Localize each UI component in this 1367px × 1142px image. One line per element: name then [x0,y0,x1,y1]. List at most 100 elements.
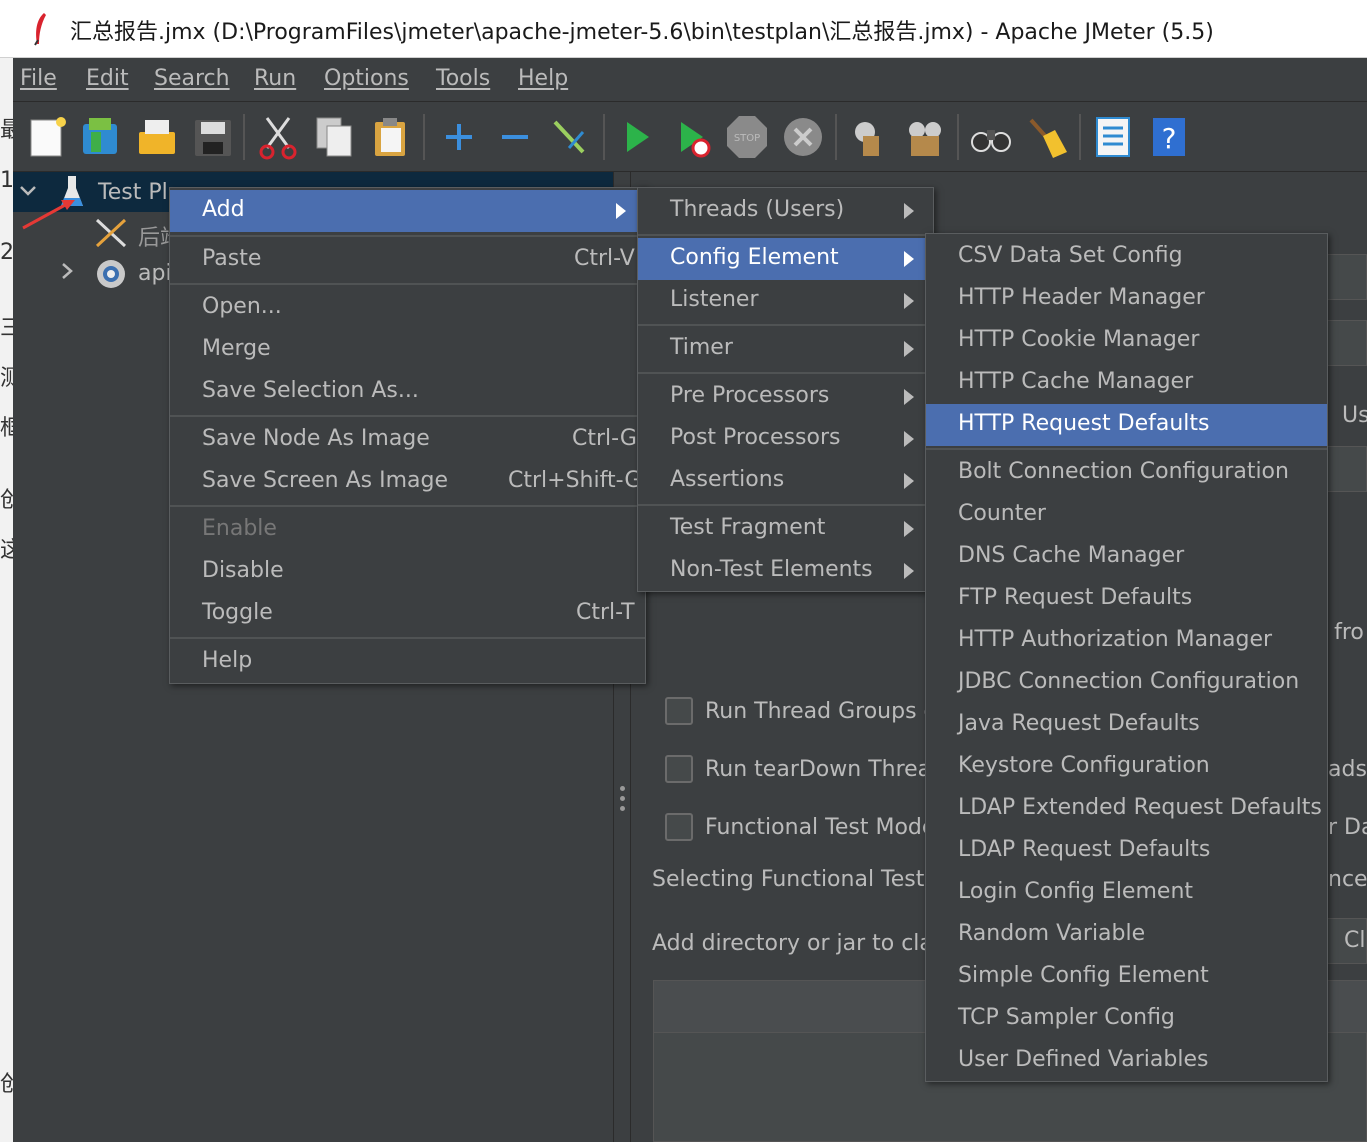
menu-item-label: Save Selection As... [202,378,419,403]
submenu-listener[interactable]: Listener [638,280,933,322]
run-teardown-label: Run tearDown Threa [705,757,932,782]
context-menu-open[interactable]: Open... [170,287,645,329]
submenu-timer[interactable]: Timer [638,328,933,370]
help-icon[interactable]: ? [1147,114,1191,160]
config-item[interactable]: TCP Sampler Config [926,998,1327,1040]
config-item[interactable]: DNS Cache Manager [926,536,1327,578]
clear-icon[interactable] [847,114,891,160]
config-item[interactable]: HTTP Cookie Manager [926,320,1327,362]
start-icon[interactable] [615,114,659,160]
submenu-arrow-icon [904,203,914,219]
menu-search[interactable]: Search [154,66,230,91]
config-item[interactable]: Keystore Configuration [926,746,1327,788]
submenu-pre-processors[interactable]: Pre Processors [638,376,933,418]
tree-node-api[interactable]: api [138,261,172,286]
context-menu-save-node-image[interactable]: Save Node As Image Ctrl-G [170,419,645,461]
config-item[interactable]: HTTP Header Manager [926,278,1327,320]
edge-text-us: Us [1342,403,1367,428]
config-item[interactable]: FTP Request Defaults [926,578,1327,620]
config-item-http-request-defaults[interactable]: HTTP Request Defaults [926,404,1327,446]
config-item[interactable]: HTTP Authorization Manager [926,620,1327,662]
run-teardown-checkbox[interactable] [665,755,693,783]
menu-help[interactable]: Help [518,66,568,91]
menu-tools[interactable]: Tools [436,66,490,91]
shutdown-icon[interactable] [781,114,825,160]
menu-file[interactable]: File [20,66,57,91]
menu-item-label: Save Screen As Image [202,468,449,493]
tree-node-test-plan[interactable]: Test Pl [98,180,168,205]
paste-icon[interactable] [369,114,413,160]
strip-char: 2 [0,240,13,265]
strip-char: 创 [0,488,13,513]
functional-mode-label: Functional Test Mode [705,815,936,840]
context-menu-toggle[interactable]: Toggle Ctrl-T [170,593,645,635]
config-item[interactable]: CSV Data Set Config [926,236,1327,278]
run-thread-groups-checkbox[interactable] [665,697,693,725]
config-element-submenu: CSV Data Set Config HTTP Header Manager … [925,233,1328,1082]
context-menu-disable[interactable]: Disable [170,551,645,593]
submenu-arrow-icon [904,293,914,309]
menu-run[interactable]: Run [254,66,296,91]
menu-item-label: HTTP Cache Manager [958,369,1194,394]
expand-icon[interactable] [437,114,481,160]
context-menu-help[interactable]: Help [170,641,645,683]
menu-item-label: Toggle [202,600,273,625]
submenu-non-test-elements[interactable]: Non-Test Elements [638,550,933,592]
start-no-pause-icon[interactable] [671,114,715,160]
submenu-threads[interactable]: Threads (Users) [638,190,933,232]
clear-all-icon[interactable] [903,114,947,160]
config-item[interactable]: User Defined Variables [926,1040,1327,1082]
submenu-post-processors[interactable]: Post Processors [638,418,933,460]
search-icon[interactable] [969,114,1013,160]
config-item[interactable]: Simple Config Element [926,956,1327,998]
function-helper-icon[interactable] [1091,114,1135,160]
menu-item-label: HTTP Authorization Manager [958,627,1273,652]
stop-icon[interactable]: STOP [725,114,769,160]
menu-item-label: Enable [202,516,277,541]
menu-item-label: Listener [670,287,759,312]
chevron-right-icon[interactable] [59,262,75,280]
copy-icon[interactable] [313,114,357,160]
background-field [1327,446,1367,492]
functional-mode-checkbox[interactable] [665,813,693,841]
context-menu-save-screen-image[interactable]: Save Screen As Image Ctrl+Shift-G [170,461,645,503]
cut-icon[interactable] [257,114,301,160]
context-menu-save-selection[interactable]: Save Selection As... [170,371,645,413]
context-menu-merge[interactable]: Merge [170,329,645,371]
config-item[interactable]: Login Config Element [926,872,1327,914]
new-icon[interactable] [25,114,69,160]
menu-separator [170,505,645,507]
menu-item-label: HTTP Header Manager [958,285,1205,310]
config-item[interactable]: Bolt Connection Configuration [926,452,1327,494]
toggle-icon[interactable] [549,114,593,160]
config-item[interactable]: HTTP Cache Manager [926,362,1327,404]
toolbar-separator [423,114,425,160]
menu-item-label: Disable [202,558,284,583]
menu-separator [170,415,645,417]
config-item[interactable]: Random Variable [926,914,1327,956]
config-item[interactable]: Counter [926,494,1327,536]
save-icon[interactable] [191,114,235,160]
reset-search-icon[interactable] [1025,114,1069,160]
red-arrow-annotation [22,200,75,230]
collapse-icon[interactable] [493,114,537,160]
submenu-assertions[interactable]: Assertions [638,460,933,502]
menu-options[interactable]: Options [324,66,409,91]
clear-button[interactable]: Cl [1327,918,1367,964]
strip-char: 1 [0,168,13,193]
config-item[interactable]: JDBC Connection Configuration [926,662,1327,704]
config-item[interactable]: LDAP Request Defaults [926,830,1327,872]
context-menu-add[interactable]: Add [170,190,637,232]
config-item[interactable]: Java Request Defaults [926,704,1327,746]
submenu-arrow-icon [904,473,914,489]
menu-edit[interactable]: Edit [86,66,129,91]
templates-icon[interactable] [79,114,123,160]
config-item[interactable]: LDAP Extended Request Defaults [926,788,1327,830]
submenu-config-element[interactable]: Config Element [638,238,926,280]
context-menu-paste[interactable]: Paste Ctrl-V [170,239,645,281]
menu-item-label: Merge [202,336,271,361]
menu-separator [170,637,645,639]
menu-separator [170,235,645,237]
open-icon[interactable] [135,114,179,160]
submenu-test-fragment[interactable]: Test Fragment [638,508,933,550]
